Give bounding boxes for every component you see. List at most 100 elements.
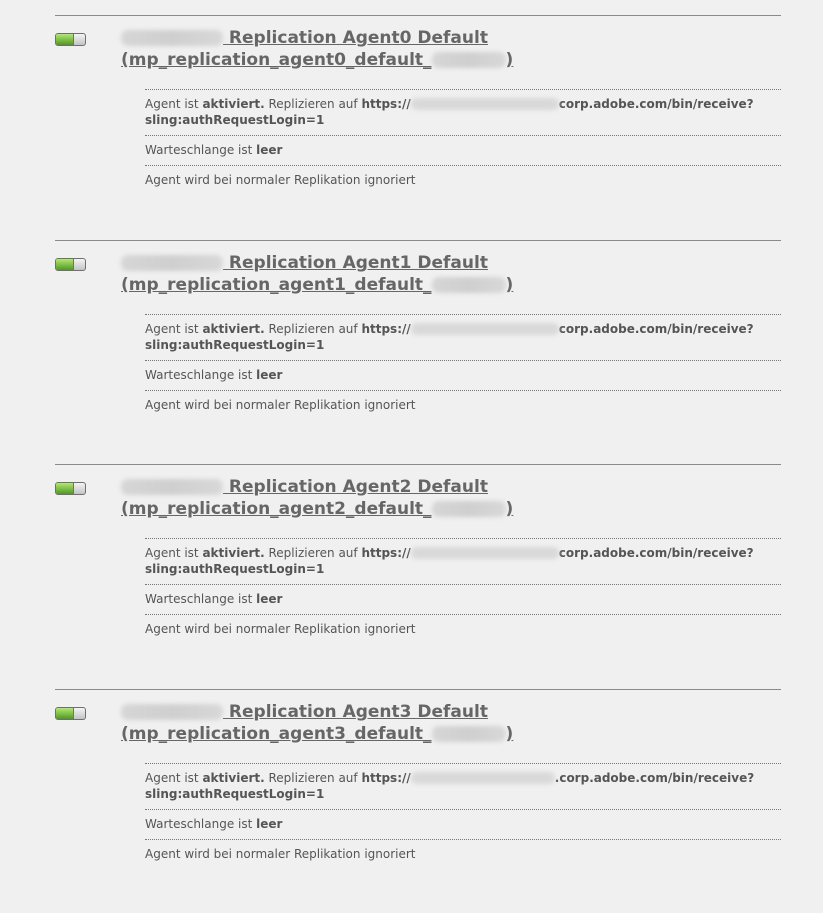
url-scheme: https:// — [361, 771, 411, 785]
redacted-url-host — [410, 772, 555, 784]
redacted-id-suffix — [431, 726, 506, 742]
redacted-id-suffix — [431, 501, 506, 517]
url-suffix: corp.adobe.com/bin/receive? — [558, 97, 754, 111]
agent-id-prefix: (mp_replication_agent0_default_ — [121, 50, 432, 70]
queue-status-line: Warteschlange ist leer — [145, 360, 781, 390]
agent-status-value: aktiviert. — [202, 322, 265, 336]
redacted-host-name — [121, 479, 223, 495]
queue-status-line: Warteschlange ist leer — [145, 809, 781, 839]
redacted-url-host — [410, 547, 559, 559]
replicate-label: Replizieren auf — [264, 771, 362, 785]
agent-id-suffix: ) — [505, 724, 514, 744]
toggle-on-fill — [56, 259, 75, 270]
agent-title-name: Replication Agent3 Default — [228, 702, 488, 722]
url-query: sling:authRequestLogin=1 — [145, 113, 325, 127]
agent-details: Agent ist aktiviert. Replizieren auf htt… — [145, 314, 781, 420]
url-scheme: https:// — [361, 322, 411, 336]
queue-status-value: leer — [256, 817, 283, 831]
agent-status-line: Agent ist aktiviert. Replizieren auf htt… — [145, 763, 781, 809]
agent-details: Agent ist aktiviert. Replizieren auf htt… — [145, 763, 781, 869]
agent-status-prefix: Agent ist — [145, 97, 203, 111]
url-scheme: https:// — [361, 97, 411, 111]
agent-divider — [55, 464, 781, 465]
agent-details: Agent ist aktiviert. Replizieren auf htt… — [145, 89, 781, 195]
agent-id-suffix: ) — [505, 275, 514, 295]
redacted-host-name — [121, 704, 223, 720]
url-query: sling:authRequestLogin=1 — [145, 338, 325, 352]
agent-id-suffix: ) — [505, 50, 514, 70]
agent-status-value: aktiviert. — [202, 771, 265, 785]
replication-ignore-line: Agent wird bei normaler Replikation igno… — [145, 614, 781, 644]
queue-status-value: leer — [256, 368, 283, 382]
redacted-url-host — [410, 323, 559, 335]
agent-title: Replication Agent2 Default (mp_replicati… — [121, 476, 601, 520]
agent-status-line: Agent ist aktiviert. Replizieren auf htt… — [145, 314, 781, 360]
queue-status-value: leer — [256, 143, 283, 157]
agent-status-value: aktiviert. — [202, 97, 265, 111]
url-scheme: https:// — [361, 546, 411, 560]
toggle-on-fill — [56, 708, 75, 719]
queue-status-value: leer — [256, 592, 283, 606]
url-suffix: .corp.adobe.com/bin/receive? — [554, 771, 755, 785]
agent-title-link[interactable]: Replication Agent0 Default (mp_replicati… — [121, 28, 513, 70]
redacted-url-host — [410, 98, 559, 110]
agent-block: Replication Agent0 Default (mp_replicati… — [55, 15, 781, 239]
url-suffix: corp.adobe.com/bin/receive? — [558, 546, 754, 560]
agent-block: Replication Agent2 Default (mp_replicati… — [55, 464, 781, 688]
redacted-host-name — [121, 255, 223, 271]
queue-status-prefix: Warteschlange ist — [145, 143, 257, 157]
agent-enabled-toggle-icon[interactable] — [55, 482, 86, 495]
agent-status-line: Agent ist aktiviert. Replizieren auf htt… — [145, 89, 781, 135]
agent-status-prefix: Agent ist — [145, 771, 203, 785]
queue-status-prefix: Warteschlange ist — [145, 817, 257, 831]
agent-status-prefix: Agent ist — [145, 546, 203, 560]
agent-enabled-toggle-icon[interactable] — [55, 33, 86, 46]
agent-id-prefix: (mp_replication_agent3_default_ — [121, 724, 432, 744]
queue-status-prefix: Warteschlange ist — [145, 592, 257, 606]
replication-ignore-text: Agent wird bei normaler Replikation igno… — [145, 173, 416, 187]
agent-title-name: Replication Agent2 Default — [228, 477, 488, 497]
agent-divider — [55, 15, 781, 16]
agent-title-name: Replication Agent0 Default — [228, 28, 488, 48]
agent-status-prefix: Agent ist — [145, 322, 203, 336]
agent-status-line: Agent ist aktiviert. Replizieren auf htt… — [145, 538, 781, 584]
agent-title: Replication Agent3 Default (mp_replicati… — [121, 701, 601, 745]
replication-ignore-line: Agent wird bei normaler Replikation igno… — [145, 165, 781, 195]
replication-ignore-line: Agent wird bei normaler Replikation igno… — [145, 390, 781, 420]
replication-ignore-text: Agent wird bei normaler Replikation igno… — [145, 398, 416, 412]
toggle-on-fill — [56, 34, 75, 45]
agent-block: Replication Agent1 Default (mp_replicati… — [55, 240, 781, 464]
agent-id-suffix: ) — [505, 499, 514, 519]
replicate-label: Replizieren auf — [264, 546, 362, 560]
replicate-label: Replizieren auf — [264, 322, 362, 336]
redacted-id-suffix — [431, 52, 506, 68]
agent-title-link[interactable]: Replication Agent2 Default (mp_replicati… — [121, 477, 513, 519]
redacted-host-name — [121, 30, 223, 46]
agent-divider — [55, 689, 781, 690]
toggle-on-fill — [56, 483, 75, 494]
agent-divider — [55, 240, 781, 241]
agent-id-prefix: (mp_replication_agent2_default_ — [121, 499, 432, 519]
redacted-id-suffix — [431, 277, 506, 293]
agent-title: Replication Agent1 Default (mp_replicati… — [121, 252, 601, 296]
replication-ignore-text: Agent wird bei normaler Replikation igno… — [145, 622, 416, 636]
agent-status-value: aktiviert. — [202, 546, 265, 560]
agent-block: Replication Agent3 Default (mp_replicati… — [55, 689, 781, 913]
agent-id-prefix: (mp_replication_agent1_default_ — [121, 275, 432, 295]
url-suffix: corp.adobe.com/bin/receive? — [558, 322, 754, 336]
agent-enabled-toggle-icon[interactable] — [55, 258, 86, 271]
url-query: sling:authRequestLogin=1 — [145, 562, 325, 576]
agent-title-link[interactable]: Replication Agent1 Default (mp_replicati… — [121, 253, 513, 295]
agent-title-name: Replication Agent1 Default — [228, 253, 488, 273]
replicate-label: Replizieren auf — [264, 97, 362, 111]
queue-status-prefix: Warteschlange ist — [145, 368, 257, 382]
agent-title-link[interactable]: Replication Agent3 Default (mp_replicati… — [121, 702, 513, 744]
replication-ignore-text: Agent wird bei normaler Replikation igno… — [145, 847, 416, 861]
queue-status-line: Warteschlange ist leer — [145, 584, 781, 614]
url-query: sling:authRequestLogin=1 — [145, 787, 325, 801]
agent-title: Replication Agent0 Default (mp_replicati… — [121, 27, 601, 71]
queue-status-line: Warteschlange ist leer — [145, 135, 781, 165]
replication-ignore-line: Agent wird bei normaler Replikation igno… — [145, 839, 781, 869]
agent-enabled-toggle-icon[interactable] — [55, 707, 86, 720]
agent-details: Agent ist aktiviert. Replizieren auf htt… — [145, 538, 781, 644]
